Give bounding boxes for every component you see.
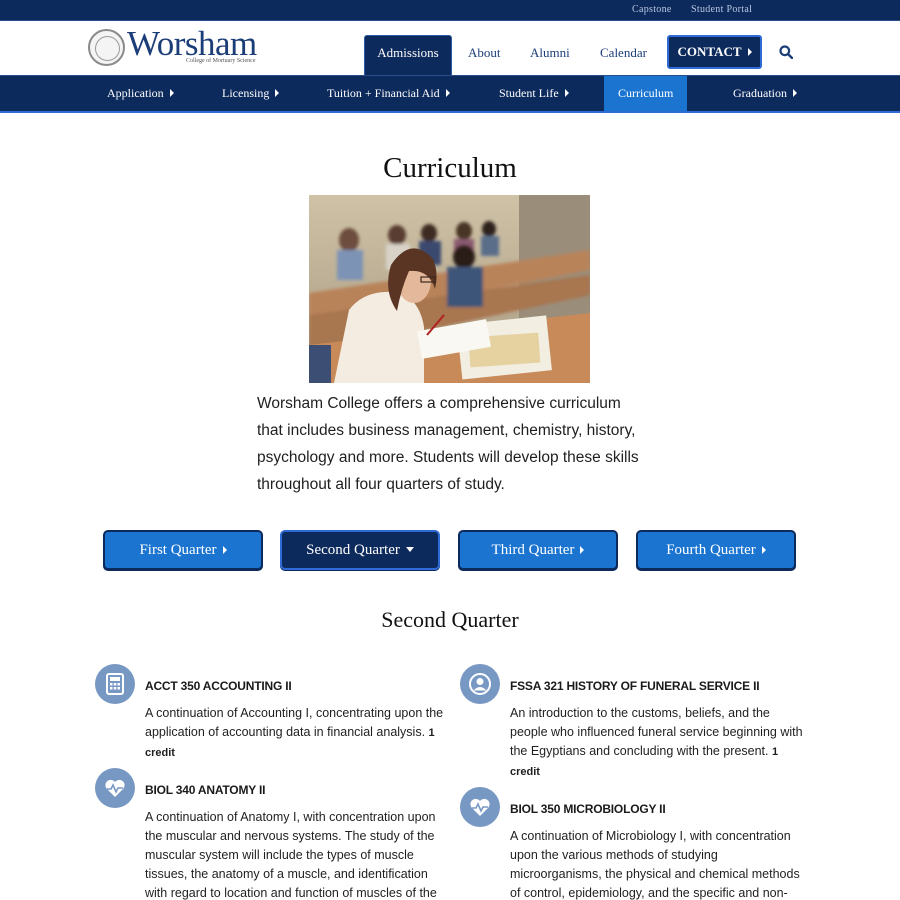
caret-right-icon [747, 48, 752, 56]
subnav-label: Application [107, 86, 164, 100]
contact-button[interactable]: CONTACT [667, 35, 762, 69]
course-description: An introduction to the customs, beliefs,… [510, 704, 810, 782]
caret-right-icon [580, 546, 585, 554]
subnav-label: Tuition + Financial Aid [327, 86, 440, 100]
site-header: Worsham College of Mortuary Science Admi… [0, 21, 900, 75]
subnav-tuition-financial-aid[interactable]: Tuition + Financial Aid [327, 76, 450, 111]
course-desc-text: A continuation of Anatomy I, with concen… [145, 810, 437, 900]
subnav-application[interactable]: Application [107, 76, 174, 111]
admissions-subnav: Application Licensing Tuition + Financia… [0, 75, 900, 113]
quarter-label: First Quarter [139, 542, 217, 558]
third-quarter-button[interactable]: Third Quarter [458, 530, 618, 570]
subnav-licensing[interactable]: Licensing [222, 76, 280, 111]
nav-alumni[interactable]: Alumni [530, 45, 570, 61]
course-title: FSSA 321 HISTORY OF FUNERAL SERVICE II [510, 679, 760, 693]
nav-admissions[interactable]: Admissions [364, 35, 452, 75]
course-desc-text: A continuation of Microbiology I, with c… [510, 829, 800, 900]
subnav-label: Licensing [222, 86, 270, 100]
caret-right-icon [761, 546, 766, 554]
college-seal-logo[interactable] [88, 29, 125, 66]
calculator-icon [95, 664, 135, 704]
subnav-graduation[interactable]: Graduation [733, 76, 797, 111]
heart-pulse-icon [460, 787, 500, 827]
course-title: ACCT 350 ACCOUNTING II [145, 679, 292, 693]
subnav-label: Student Life [499, 86, 559, 100]
first-quarter-button[interactable]: First Quarter [103, 530, 263, 570]
utility-link-student-portal[interactable]: Student Portal [691, 4, 752, 15]
subnav-student-life[interactable]: Student Life [499, 76, 569, 111]
person-icon [460, 664, 500, 704]
utility-link-capstone[interactable]: Capstone [632, 4, 672, 15]
quarter-label: Third Quarter [491, 542, 575, 558]
utility-bar: Capstone Student Portal [0, 0, 900, 21]
caret-right-icon [564, 89, 569, 97]
course-description: A continuation of Anatomy I, with concen… [145, 808, 445, 900]
caret-down-icon [405, 547, 414, 552]
course-title: BIOL 340 ANATOMY II [145, 783, 266, 797]
subnav-curriculum[interactable]: Curriculum [604, 76, 688, 111]
caret-right-icon [445, 89, 450, 97]
nav-calendar[interactable]: Calendar [600, 45, 647, 61]
fourth-quarter-button[interactable]: Fourth Quarter [636, 530, 796, 570]
classroom-photo [309, 195, 590, 383]
logo-subtitle: College of Mortuary Science [186, 58, 256, 64]
course-description: A continuation of Accounting I, concentr… [145, 704, 445, 763]
quarter-label: Fourth Quarter [666, 542, 756, 558]
second-quarter-button[interactable]: Second Quarter [280, 530, 440, 570]
quarter-section-title: Second Quarter [381, 607, 519, 632]
caret-right-icon [275, 89, 280, 97]
caret-right-icon [169, 89, 174, 97]
caret-right-icon [792, 89, 797, 97]
course-desc-text: An introduction to the customs, beliefs,… [510, 706, 803, 758]
subnav-label: Graduation [733, 86, 787, 100]
intro-paragraph: Worsham College offers a comprehensive c… [257, 395, 639, 493]
course-description: A continuation of Microbiology I, with c… [510, 827, 810, 900]
search-icon[interactable] [779, 45, 793, 59]
quarter-label: Second Quarter [306, 542, 400, 558]
page-title: Curriculum [383, 152, 517, 184]
contact-label: CONTACT [677, 44, 742, 59]
caret-right-icon [222, 546, 227, 554]
course-desc-text: A continuation of Accounting I, concentr… [145, 706, 444, 739]
nav-about[interactable]: About [468, 45, 501, 61]
course-title: BIOL 350 MICROBIOLOGY II [510, 802, 666, 816]
heart-pulse-icon [95, 768, 135, 808]
